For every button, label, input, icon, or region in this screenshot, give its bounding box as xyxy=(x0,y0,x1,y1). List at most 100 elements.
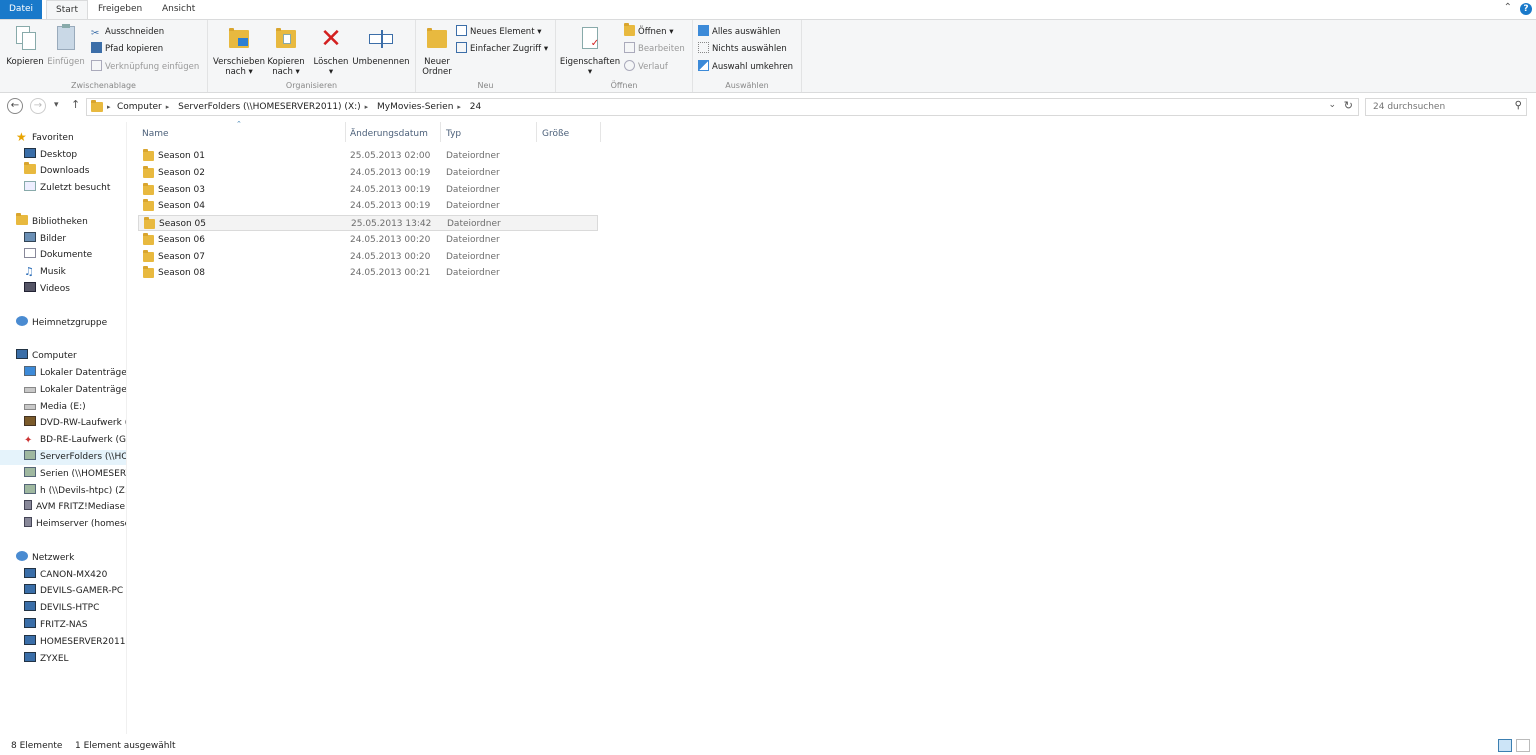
rename-button[interactable]: Umbenennen xyxy=(351,24,411,67)
table-row[interactable]: Season 02 24.05.2013 00:19 Dateiordner xyxy=(138,165,598,181)
table-row[interactable]: Season 03 24.05.2013 00:19 Dateiordner xyxy=(138,182,598,198)
file-name: Season 08 xyxy=(158,268,205,278)
folder-icon xyxy=(143,266,154,278)
open-button[interactable]: Öffnen ▾ xyxy=(624,23,674,40)
nav-videos[interactable]: Videos xyxy=(24,282,70,297)
refresh-icon[interactable]: ↻ xyxy=(1344,99,1353,112)
column-header-size[interactable]: Größe xyxy=(542,127,569,141)
nav-net-homeserver[interactable]: HOMESERVER2011 xyxy=(24,635,125,650)
address-row: ← → ▾ ↑ ▸ Computer ▸ ServerFolders (\\HOM… xyxy=(0,96,1536,118)
cut-button[interactable]: ✂ Ausschneiden xyxy=(91,24,164,40)
new-folder-button[interactable]: Neuer Ordner xyxy=(420,24,454,77)
search-input[interactable] xyxy=(1371,100,1501,114)
paste-button[interactable]: Einfügen xyxy=(46,24,86,67)
select-none-icon xyxy=(698,42,709,53)
nav-downloads[interactable]: Downloads xyxy=(24,162,89,179)
history-icon xyxy=(624,60,635,71)
nav-local-disk-2[interactable]: Lokaler Datenträger xyxy=(24,383,126,398)
edit-button[interactable]: Bearbeiten xyxy=(624,41,685,57)
tab-share[interactable]: Freigeben xyxy=(89,0,151,19)
ribbon-tabbar: Datei Start Freigeben Ansicht ⌃ ? xyxy=(0,0,1536,20)
network-computer-icon xyxy=(24,584,36,594)
column-header-name[interactable]: Name xyxy=(142,127,169,141)
nav-serien[interactable]: Serien (\\HOMESERV xyxy=(24,467,126,482)
nav-heimserver[interactable]: Heimserver (homese xyxy=(24,517,126,532)
nav-bd[interactable]: ✦ BD-RE-Laufwerk (G:) xyxy=(24,433,126,448)
nav-libraries[interactable]: Bibliotheken xyxy=(16,213,88,230)
network-drive-icon xyxy=(24,484,36,494)
nav-local-disk-1[interactable]: Lokaler Datenträger xyxy=(24,366,126,381)
group-label-organize: Organisieren xyxy=(285,81,338,90)
search-icon[interactable]: ⚲ xyxy=(1515,100,1522,111)
large-icons-view-icon[interactable] xyxy=(1516,739,1530,752)
history-button[interactable]: Verlauf xyxy=(624,59,668,75)
collapse-ribbon-icon[interactable]: ⌃ xyxy=(1504,2,1512,13)
table-row[interactable]: Season 04 24.05.2013 00:19 Dateiordner xyxy=(138,198,598,214)
recent-locations-icon[interactable]: ▾ xyxy=(54,100,59,110)
nav-avm[interactable]: AVM FRITZ!Mediase xyxy=(24,500,125,515)
nav-music[interactable]: ♫ Musik xyxy=(24,265,66,280)
forward-arrow-icon: → xyxy=(33,100,43,111)
file-type: Dateiordner xyxy=(446,201,500,211)
nav-favorites[interactable]: ★ Favoriten xyxy=(16,131,74,146)
copy-path-button[interactable]: Pfad kopieren xyxy=(91,41,163,57)
tab-view[interactable]: Ansicht xyxy=(153,0,204,19)
column-divider[interactable] xyxy=(536,122,537,142)
breadcrumb-computer[interactable]: Computer xyxy=(117,102,162,112)
nav-h-drive[interactable]: h (\\Devils-htpc) (Z: xyxy=(24,484,126,499)
column-divider[interactable] xyxy=(440,122,441,142)
up-arrow-icon[interactable]: ↑ xyxy=(71,98,80,111)
network-icon xyxy=(16,551,28,561)
help-icon[interactable]: ? xyxy=(1520,3,1532,15)
invert-selection-button[interactable]: Auswahl umkehren xyxy=(698,59,793,75)
forward-button[interactable]: → xyxy=(30,98,46,114)
nav-pictures[interactable]: Bilder xyxy=(24,232,66,247)
back-button[interactable]: ← xyxy=(7,98,23,114)
breadcrumb-24[interactable]: 24 xyxy=(470,102,481,112)
nav-network[interactable]: Netzwerk xyxy=(16,551,74,566)
tab-home[interactable]: Start xyxy=(46,0,88,20)
nav-recent[interactable]: Zuletzt besucht xyxy=(24,181,110,196)
nav-desktop[interactable]: Desktop xyxy=(24,148,77,163)
table-row[interactable]: Season 01 25.05.2013 02:00 Dateiordner xyxy=(138,148,598,164)
nav-net-canon[interactable]: CANON-MX420 xyxy=(24,568,107,583)
nav-computer[interactable]: Computer xyxy=(16,349,77,364)
column-header-date[interactable]: Änderungsdatum xyxy=(350,127,428,141)
nav-homegroup[interactable]: Heimnetzgruppe xyxy=(16,316,107,331)
invert-selection-icon xyxy=(698,60,709,71)
nav-net-fritz[interactable]: FRITZ-NAS xyxy=(24,618,87,633)
star-icon: ★ xyxy=(16,130,27,144)
table-row-selected[interactable]: Season 05 25.05.2013 13:42 Dateiordner xyxy=(138,215,598,231)
tab-file[interactable]: Datei xyxy=(0,0,43,19)
select-none-button[interactable]: Nichts auswählen xyxy=(698,41,787,57)
address-bar[interactable]: ▸ Computer ▸ ServerFolders (\\HOMESERVER2… xyxy=(86,98,1359,116)
column-divider[interactable] xyxy=(600,122,601,142)
details-view-icon[interactable] xyxy=(1498,739,1512,752)
select-all-button[interactable]: Alles auswählen xyxy=(698,24,780,40)
breadcrumb-serverfolders[interactable]: ServerFolders (\\HOMESERVER2011) (X:) xyxy=(178,102,361,112)
table-row[interactable]: Season 07 24.05.2013 00:20 Dateiordner xyxy=(138,249,598,265)
column-header-type[interactable]: Typ xyxy=(446,127,461,141)
file-name: Season 01 xyxy=(158,151,205,161)
nav-net-htpc[interactable]: DEVILS-HTPC xyxy=(24,601,99,616)
move-to-button[interactable]: Verschieben nach ▾ xyxy=(212,24,266,77)
delete-button[interactable]: ✕ Löschen ▾ xyxy=(312,24,350,77)
nav-media[interactable]: Media (E:) xyxy=(24,400,86,415)
breadcrumb-mymovies[interactable]: MyMovies-Serien xyxy=(377,102,453,112)
nav-dvd[interactable]: DVD-RW-Laufwerk ( xyxy=(24,416,126,431)
nav-documents[interactable]: Dokumente xyxy=(24,248,92,263)
table-row[interactable]: Season 08 24.05.2013 00:21 Dateiordner xyxy=(138,265,598,281)
paste-shortcut-button[interactable]: Verknüpfung einfügen xyxy=(91,59,199,75)
easy-access-button[interactable]: Einfacher Zugriff ▾ xyxy=(456,41,548,57)
properties-button[interactable]: ✓ Eigenschaften ▾ xyxy=(559,24,621,77)
copy-button[interactable]: Kopieren xyxy=(5,24,45,67)
nav-net-zyxel[interactable]: ZYXEL xyxy=(24,652,69,667)
column-divider[interactable] xyxy=(345,122,346,142)
new-folder-icon xyxy=(422,24,452,54)
nav-net-gamer[interactable]: DEVILS-GAMER-PC xyxy=(24,584,123,599)
nav-serverfolders[interactable]: ServerFolders (\\HO xyxy=(0,450,126,465)
new-item-button[interactable]: Neues Element ▾ xyxy=(456,24,542,40)
table-row[interactable]: Season 06 24.05.2013 00:20 Dateiordner xyxy=(138,232,598,248)
chevron-down-icon[interactable]: ⌄ xyxy=(1328,100,1336,110)
copy-to-button[interactable]: Kopieren nach ▾ xyxy=(265,24,307,77)
